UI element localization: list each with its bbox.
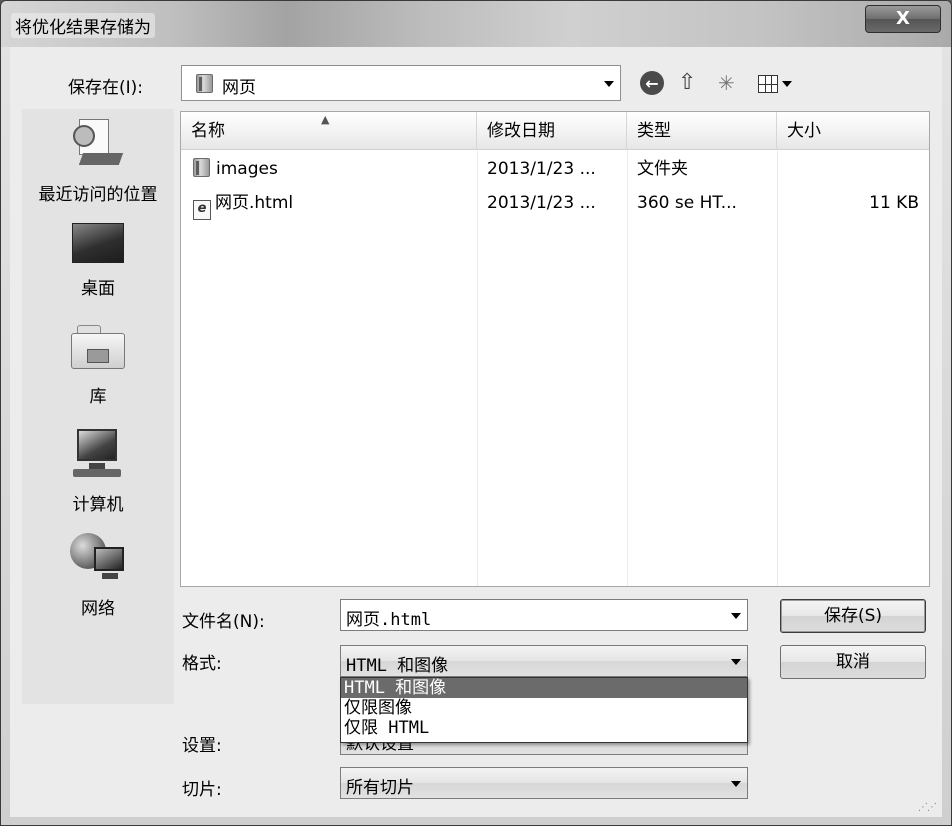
slices-value: 所有切片	[346, 778, 414, 798]
up-folder-icon: ⇧	[678, 70, 697, 95]
column-type-header[interactable]: 类型	[627, 112, 777, 150]
back-arrow-icon: ←	[645, 74, 659, 93]
computer-icon	[71, 429, 125, 479]
file-date: 2013/1/23 ...	[487, 193, 596, 213]
new-folder-icon: ✳	[718, 71, 735, 95]
file-row[interactable]: images 2013/1/23 ... 文件夹	[181, 152, 929, 186]
save-in-value: 网页	[222, 78, 256, 98]
place-library[interactable]: 库	[22, 323, 174, 407]
save-in-dropdown[interactable]: 网页	[181, 65, 621, 101]
settings-label: 设置:	[182, 736, 222, 756]
column-date-header[interactable]: 修改日期	[477, 112, 627, 150]
filename-value: 网页.html	[346, 610, 432, 630]
column-size-header[interactable]: 大小	[777, 112, 929, 150]
chevron-down-icon	[604, 81, 614, 87]
place-desktop[interactable]: 桌面	[22, 223, 174, 299]
back-button[interactable]: ←	[640, 71, 664, 95]
new-folder-button[interactable]: ✳	[718, 71, 744, 97]
file-list[interactable]: ▲ 名称 修改日期 类型 大小 images 2013/1/23 ... 文件夹	[180, 111, 930, 587]
file-name: images	[216, 159, 278, 179]
close-icon: X	[896, 8, 910, 29]
file-date: 2013/1/23 ...	[487, 159, 596, 179]
format-option[interactable]: 仅限图像	[341, 698, 747, 718]
folder-icon	[193, 158, 210, 177]
filename-label: 文件名(N):	[182, 612, 265, 632]
format-option[interactable]: 仅限 HTML	[341, 718, 747, 738]
save-in-label: 保存在(I):	[68, 78, 144, 98]
file-type: 360 se HT...	[637, 193, 737, 213]
chevron-down-icon	[731, 659, 741, 665]
view-menu-button[interactable]	[758, 75, 778, 93]
desktop-icon	[72, 223, 124, 263]
place-label: 最近访问的位置	[38, 185, 158, 205]
dialog-body: 保存在(I): 网页 ← ⇧ ✳ 最近访问的位置 桌面 库 计算机 网络 ▲ 名…	[10, 47, 942, 817]
file-size: 11 KB	[869, 193, 919, 213]
window-title: 将优化结果存储为	[11, 13, 155, 38]
chevron-down-icon[interactable]	[782, 81, 792, 87]
recent-places-icon	[73, 117, 124, 169]
column-name-header[interactable]: ▲ 名称	[181, 112, 477, 150]
column-header: ▲ 名称 修改日期 类型 大小	[181, 112, 929, 150]
save-dialog: 将优化结果存储为 X 保存在(I): 网页 ← ⇧ ✳ 最近访问的位置 桌面 库…	[0, 0, 952, 826]
format-value: HTML 和图像	[346, 656, 449, 676]
chevron-down-icon	[731, 781, 741, 787]
slices-label: 切片:	[182, 780, 222, 800]
title-bar[interactable]: 将优化结果存储为 X	[1, 1, 951, 47]
cancel-button[interactable]: 取消	[780, 645, 926, 679]
format-option[interactable]: HTML 和图像	[341, 678, 747, 698]
slices-dropdown[interactable]: 所有切片	[340, 767, 748, 799]
filename-input[interactable]: 网页.html	[340, 599, 748, 631]
html-file-icon: e	[193, 200, 211, 220]
place-label: 计算机	[72, 495, 124, 515]
folder-icon	[196, 74, 213, 93]
save-button[interactable]: 保存(S)	[780, 599, 926, 633]
format-label: 格式:	[182, 654, 222, 674]
library-icon	[71, 323, 125, 371]
place-computer[interactable]: 计算机	[22, 429, 174, 515]
place-label: 网络	[81, 599, 115, 619]
network-icon	[70, 531, 126, 583]
file-row[interactable]: e 网页.html 2013/1/23 ... 360 se HT... 11 K…	[181, 186, 929, 220]
places-bar: 最近访问的位置 桌面 库 计算机 网络	[22, 109, 174, 704]
up-folder-button[interactable]: ⇧	[678, 71, 704, 97]
close-button[interactable]: X	[865, 5, 941, 33]
chevron-down-icon[interactable]	[731, 613, 741, 619]
sort-ascending-icon: ▲	[321, 113, 330, 126]
resize-grip-icon[interactable]: ⋰⋰	[918, 802, 937, 813]
file-name: 网页.html	[215, 193, 294, 213]
file-type: 文件夹	[637, 159, 688, 179]
place-label: 桌面	[81, 279, 115, 299]
format-dropdown[interactable]: HTML 和图像	[340, 645, 748, 677]
place-network[interactable]: 网络	[22, 531, 174, 619]
place-recent[interactable]: 最近访问的位置	[22, 117, 174, 205]
place-label: 库	[89, 387, 107, 407]
format-options-list: HTML 和图像 仅限图像 仅限 HTML	[340, 677, 748, 743]
